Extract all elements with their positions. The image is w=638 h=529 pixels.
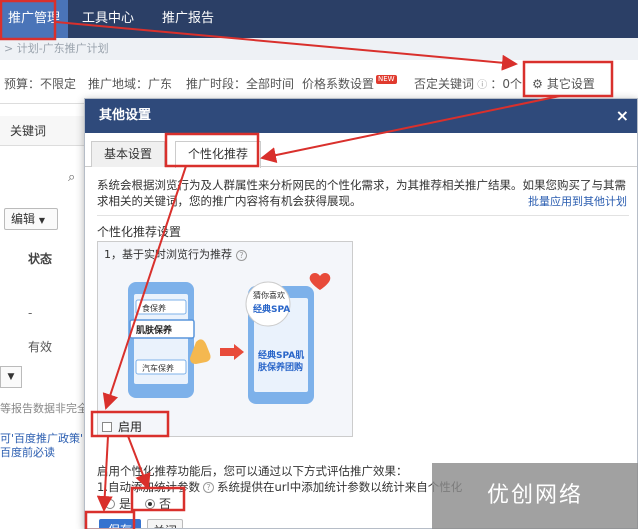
right-text-2: 肤保养团购 [258, 361, 303, 373]
must-read-link[interactable]: 百度前必读 [0, 444, 55, 460]
nav-item-promotion-management[interactable]: 推广管理 [0, 0, 69, 38]
radio-no[interactable] [145, 498, 156, 509]
auto-tracking-radios: 是 否 [105, 495, 171, 512]
radio-no-label: 否 [159, 497, 172, 511]
dialog-header: 其他设置 × [85, 99, 637, 133]
auto-tracking-label: 1.自动添加统计参数 [97, 480, 200, 494]
enable-checkbox[interactable] [102, 421, 112, 432]
watermark: 优创网络 [432, 463, 638, 529]
status-cell-valid: 有效 [28, 340, 53, 354]
radio-yes-label: 是 [119, 497, 132, 511]
auto-tracking-desc: 系统提供在url中添加统计参数以统计来自个性化 [216, 480, 463, 494]
close-button[interactable]: 关闭 [147, 519, 183, 528]
divider [97, 215, 629, 216]
help-icon: ? [202, 482, 214, 493]
negative-keywords-label: 否定关键词 [414, 77, 475, 91]
close-icon[interactable]: × [616, 99, 629, 133]
help-icon: ⓘ [474, 80, 491, 91]
enable-label: 启用 [118, 420, 143, 434]
tab-keywords[interactable]: 关键词 [0, 116, 84, 146]
enable-checkbox-row[interactable]: 启用 [102, 418, 142, 435]
realtime-behavior-label: 1，基于实时浏览行为推荐 [104, 248, 232, 261]
price-coefficient-setting[interactable]: 价格系数设置 NEW [302, 75, 397, 92]
negative-keywords-count: ：0个 [490, 77, 523, 91]
left-item-1: 食保养 [142, 303, 166, 313]
negative-keywords-setting[interactable]: 否定关键词 ⓘ ：0个 [414, 75, 522, 92]
save-button[interactable]: 保存 [99, 519, 141, 528]
other-settings-button[interactable]: ⚙ 其它设置 [532, 75, 595, 92]
page-size-dropdown[interactable]: ▼ [0, 366, 22, 388]
breadcrumb: > 计划-广东推广计划 [0, 38, 638, 60]
realtime-behavior-title: 1，基于实时浏览行为推荐? [104, 246, 247, 262]
bubble-mid-text: 经典SPA [253, 303, 290, 315]
region-setting[interactable]: 推广地域：广东 [88, 75, 172, 92]
nav-item-promotion-report[interactable]: 推广报告 [162, 0, 214, 38]
edit-dropdown[interactable]: 编辑 ▼ [4, 208, 58, 230]
top-navigation: 推广管理 工具中心 推广报告 [0, 0, 638, 38]
heart-icon [309, 273, 331, 290]
tab-personalized-recommendation[interactable]: 个性化推荐 [175, 141, 262, 168]
recommendation-illustration: 食保养 肌肤保养 汽车保养 猜你喜欢 经典SPA 经典SPA肌 肤保养团购 [128, 273, 331, 404]
chevron-down-icon: ▼ [38, 216, 45, 225]
left-item-2: 肌肤保养 [135, 324, 172, 336]
new-badge: NEW [376, 75, 397, 84]
keyword-panel: 关键词 ⌕ 编辑 ▼ 状态 - 有效 ▼ 等报告数据非完全 可'百度推广政策' … [0, 104, 88, 529]
gear-icon: ⚙ [532, 77, 543, 91]
bubble-top-text: 猜你喜欢 [253, 290, 285, 300]
help-icon: ? [236, 250, 247, 261]
arrow-right-icon [234, 344, 244, 360]
chevron-down-icon: ▼ [7, 372, 15, 382]
edit-label: 编辑 [11, 212, 36, 226]
other-settings-label: 其它设置 [546, 77, 595, 91]
radio-yes[interactable] [105, 498, 115, 509]
status-column-header[interactable]: 状态 [28, 250, 52, 267]
batch-apply-link[interactable]: 批量应用到其他计划 [528, 193, 627, 209]
right-text-1: 经典SPA肌 [258, 349, 304, 361]
price-coefficient-label: 价格系数设置 [302, 77, 375, 91]
status-cell: - [28, 306, 33, 320]
budget-setting[interactable]: 预算：不限定 [4, 75, 76, 92]
tab-basic-settings[interactable]: 基本设置 [91, 141, 166, 167]
left-item-3: 汽车保养 [142, 363, 174, 373]
auto-tracking-option: 1.自动添加统计参数? 系统提供在url中添加统计参数以统计来自个性化 [97, 479, 462, 495]
dialog-tabs: 基本设置 个性化推荐 [85, 133, 637, 168]
nav-item-tools-center[interactable]: 工具中心 [82, 0, 134, 38]
period-setting[interactable]: 推广时段：全部时间 [186, 75, 294, 92]
dialog-title: 其他设置 [99, 108, 152, 123]
section-title: 个性化推荐设置 [97, 225, 182, 239]
evaluation-intro: 启用个性化推荐功能后，您可以通过以下方式评估推广效果： [97, 464, 408, 478]
recommendation-setting-box: 1，基于实时浏览行为推荐? 食保养 肌肤保养 汽车保养 猜你喜欢 经典SPA 经… [97, 241, 353, 437]
search-icon[interactable]: ⌕ [68, 170, 75, 185]
report-data-note: 等报告数据非完全 [0, 402, 88, 415]
